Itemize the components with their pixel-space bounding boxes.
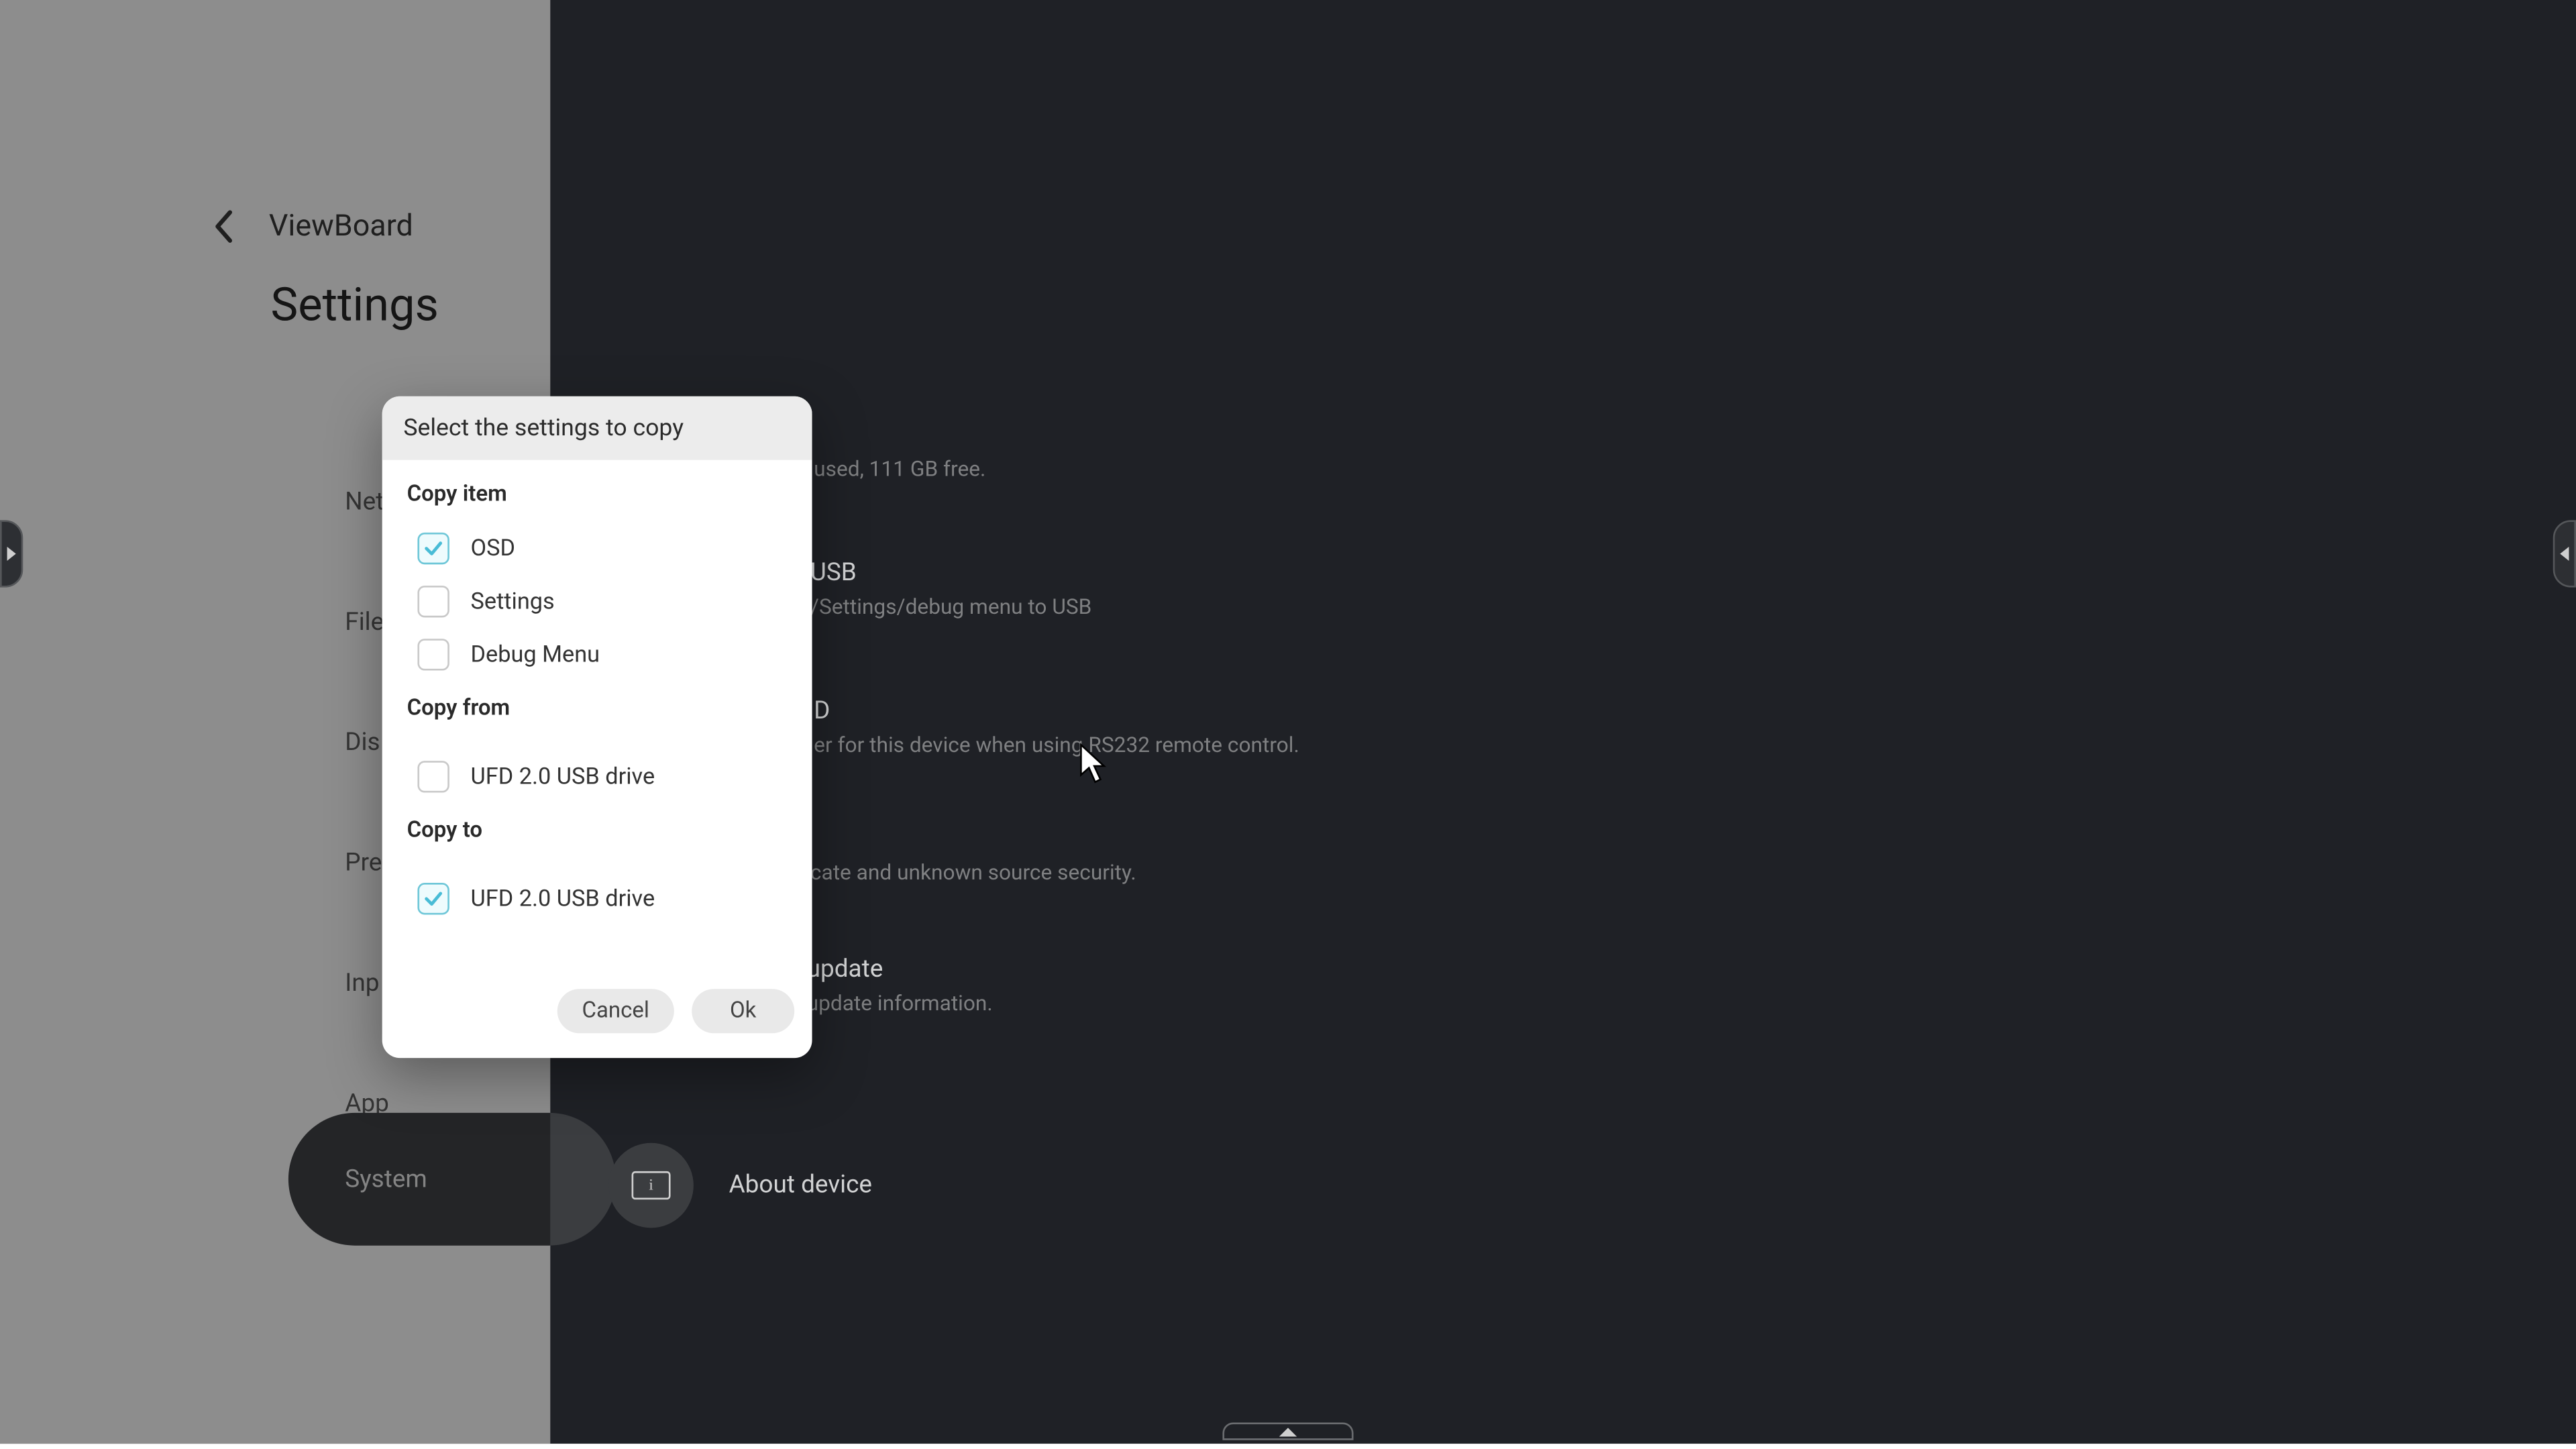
storage-free-text: used, 111 GB free. (814, 456, 1299, 481)
security-description: cate and unknown source security. (810, 860, 1299, 885)
about-device-row[interactable]: About device (608, 1143, 872, 1228)
menu-letter: D (814, 697, 1299, 725)
checkbox-copy-to-ufd[interactable] (417, 883, 449, 914)
option-label: Debug Menu (471, 641, 600, 668)
copy-settings-dialog: Select the settings to copy Copy item OS… (382, 396, 812, 1058)
group-label-copy-to: Copy to (407, 817, 788, 844)
option-label: UFD 2.0 USB drive (471, 885, 655, 912)
option-label: UFD 2.0 USB drive (471, 763, 655, 790)
bottom-edge-handle[interactable] (1222, 1422, 1353, 1440)
chevron-right-icon (7, 547, 16, 561)
checkbox-osd[interactable] (417, 533, 449, 564)
right-edge-handle[interactable] (2553, 520, 2576, 587)
usb-label: USB (810, 559, 1299, 587)
dialog-title: Select the settings to copy (382, 396, 812, 460)
cancel-button[interactable]: Cancel (557, 989, 674, 1033)
option-copy-to-ufd[interactable]: UFD 2.0 USB drive (407, 872, 788, 925)
checkbox-settings[interactable] (417, 586, 449, 617)
option-settings[interactable]: Settings (407, 575, 788, 628)
group-label-copy-from: Copy from (407, 695, 788, 722)
about-device-icon (608, 1143, 694, 1228)
update-description: update information. (807, 991, 1299, 1016)
option-label: OSD (471, 535, 515, 562)
about-device-label: About device (729, 1171, 872, 1199)
option-label: Settings (471, 588, 555, 615)
ok-button[interactable]: Ok (692, 989, 794, 1033)
option-debug-menu[interactable]: Debug Menu (407, 628, 788, 681)
left-edge-handle[interactable] (0, 520, 23, 587)
checkbox-copy-from-ufd[interactable] (417, 761, 449, 792)
checkbox-debug-menu[interactable] (417, 639, 449, 670)
group-label-copy-item: Copy item (407, 481, 788, 508)
rs232-description: er for this device when using RS232 remo… (814, 733, 1299, 757)
option-osd[interactable]: OSD (407, 522, 788, 575)
usb-description: /Settings/debug menu to USB (810, 594, 1299, 619)
option-copy-from-ufd[interactable]: UFD 2.0 USB drive (407, 750, 788, 803)
update-title: update (807, 955, 1299, 983)
chevron-left-icon (2560, 547, 2569, 561)
chevron-up-icon (1279, 1427, 1297, 1436)
